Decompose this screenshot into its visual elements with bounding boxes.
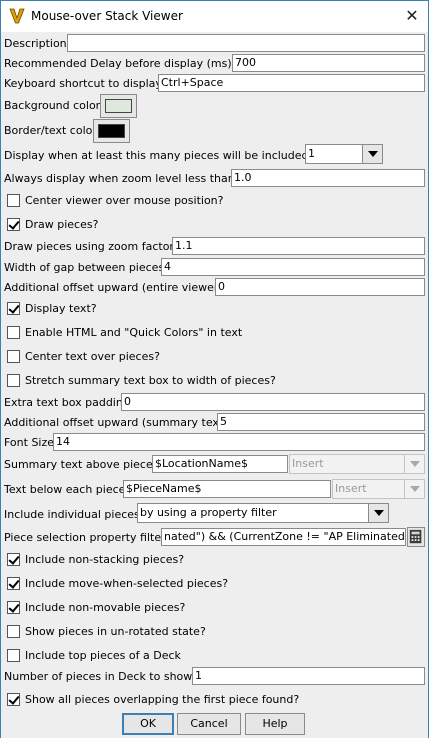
property-filter-label: Piece selection property filter	[4, 531, 166, 544]
draw-pieces-checkbox[interactable]	[7, 218, 20, 231]
zoom-level-input[interactable]: 1.0	[231, 169, 425, 187]
display-text-label: Display text?	[25, 302, 97, 315]
unrotated-label: Show pieces in un-rotated state?	[25, 625, 206, 638]
calculator-icon[interactable]	[407, 527, 425, 547]
enable-html-checkbox[interactable]	[7, 326, 20, 339]
text-padding-input[interactable]: 0	[121, 393, 425, 411]
property-filter-input[interactable]: nated") && (CurrentZone != "AP Eliminate…	[161, 528, 406, 546]
bg-color-button[interactable]	[100, 94, 137, 118]
piece-insert-combo: Insert	[332, 479, 425, 499]
cancel-button[interactable]: Cancel	[177, 713, 241, 735]
chevron-down-icon[interactable]	[368, 504, 388, 522]
piece-insert-value: Insert	[335, 482, 367, 495]
show-overlapping-label: Show all pieces overlapping the first pi…	[25, 693, 300, 706]
dialog-window: Mouse-over Stack Viewer ✕ Description Re…	[0, 0, 429, 738]
top-of-deck-checkbox[interactable]	[7, 649, 20, 662]
deck-count-input[interactable]: 1	[192, 667, 425, 685]
zoom-factor-input[interactable]: 1.1	[172, 237, 425, 255]
window-title: Mouse-over Stack Viewer	[31, 9, 183, 23]
vassal-v-icon	[8, 7, 26, 25]
delay-input[interactable]: 700	[232, 54, 425, 72]
draw-pieces-label: Draw pieces?	[25, 218, 99, 231]
move-when-selected-checkbox[interactable]	[7, 577, 20, 590]
gap-width-input[interactable]: 4	[161, 258, 425, 276]
offset-summary-input[interactable]: 5	[217, 413, 425, 431]
summary-insert-value: Insert	[292, 457, 324, 470]
bg-color-swatch	[105, 99, 132, 113]
enable-html-label: Enable HTML and "Quick Colors" in text	[25, 326, 243, 339]
top-of-deck-label: Include top pieces of a Deck	[25, 649, 181, 662]
offset-viewer-label: Additional offset upward (entire viewer)	[4, 281, 223, 294]
summary-text-input[interactable]: $LocationName$	[152, 455, 288, 473]
description-label: Description	[4, 37, 67, 50]
offset-viewer-input[interactable]: 0	[215, 278, 425, 296]
include-individual-combo[interactable]: by using a property filter	[137, 503, 389, 523]
shortcut-label: Keyboard shortcut to display	[4, 77, 162, 90]
center-viewer-label: Center viewer over mouse position?	[25, 194, 224, 207]
close-icon[interactable]: ✕	[401, 5, 423, 27]
shortcut-input[interactable]: Ctrl+Space	[158, 74, 425, 92]
border-color-button[interactable]	[93, 119, 130, 143]
font-size-label: Font Size	[4, 436, 55, 449]
center-text-checkbox[interactable]	[7, 350, 20, 363]
summary-insert-combo: Insert	[289, 454, 425, 474]
non-stacking-label: Include non-stacking pieces?	[25, 553, 185, 566]
title-bar: Mouse-over Stack Viewer ✕	[1, 1, 428, 32]
non-stacking-checkbox[interactable]	[7, 553, 20, 566]
description-input[interactable]	[67, 34, 425, 52]
piece-text-label: Text below each piece	[4, 483, 126, 496]
min-pieces-combo[interactable]: 1	[305, 144, 383, 164]
chevron-down-icon[interactable]	[362, 145, 382, 163]
deck-count-label: Number of pieces in Deck to show	[4, 670, 193, 683]
gap-width-label: Width of gap between pieces	[4, 261, 165, 274]
dialog-content: Description Recommended Delay before dis…	[1, 32, 428, 738]
move-when-selected-label: Include move-when-selected pieces?	[25, 577, 229, 590]
zoom-level-label: Always display when zoom level less than	[4, 172, 235, 185]
delay-label: Recommended Delay before display (ms)	[4, 57, 232, 70]
non-movable-label: Include non-movable pieces?	[25, 601, 186, 614]
stretch-summary-label: Stretch summary text box to width of pie…	[25, 374, 276, 387]
text-padding-label: Extra text box padding	[4, 396, 130, 409]
offset-summary-label: Additional offset upward (summary text)	[4, 416, 228, 429]
ok-button[interactable]: OK	[122, 713, 174, 735]
stretch-summary-checkbox[interactable]	[7, 374, 20, 387]
border-color-label: Border/text color	[4, 124, 97, 137]
border-color-swatch	[98, 124, 125, 138]
zoom-factor-label: Draw pieces using zoom factor	[4, 240, 174, 253]
show-overlapping-checkbox[interactable]	[7, 693, 20, 706]
include-individual-label: Include individual pieces	[4, 508, 140, 521]
include-individual-value: by using a property filter	[140, 506, 277, 519]
min-pieces-label: Display when at least this many pieces w…	[4, 149, 309, 162]
non-movable-checkbox[interactable]	[7, 601, 20, 614]
piece-text-input[interactable]: $PieceName$	[123, 480, 331, 498]
chevron-down-icon	[404, 455, 424, 473]
chevron-down-icon	[404, 480, 424, 498]
summary-text-label: Summary text above pieces	[4, 458, 159, 471]
display-text-checkbox[interactable]	[7, 302, 20, 315]
help-button[interactable]: Help	[245, 713, 305, 735]
center-viewer-checkbox[interactable]	[7, 194, 20, 207]
bg-color-label: Background color	[4, 99, 101, 112]
min-pieces-value: 1	[308, 147, 315, 160]
font-size-input[interactable]: 14	[53, 433, 425, 451]
unrotated-checkbox[interactable]	[7, 625, 20, 638]
center-text-label: Center text over pieces?	[25, 350, 160, 363]
